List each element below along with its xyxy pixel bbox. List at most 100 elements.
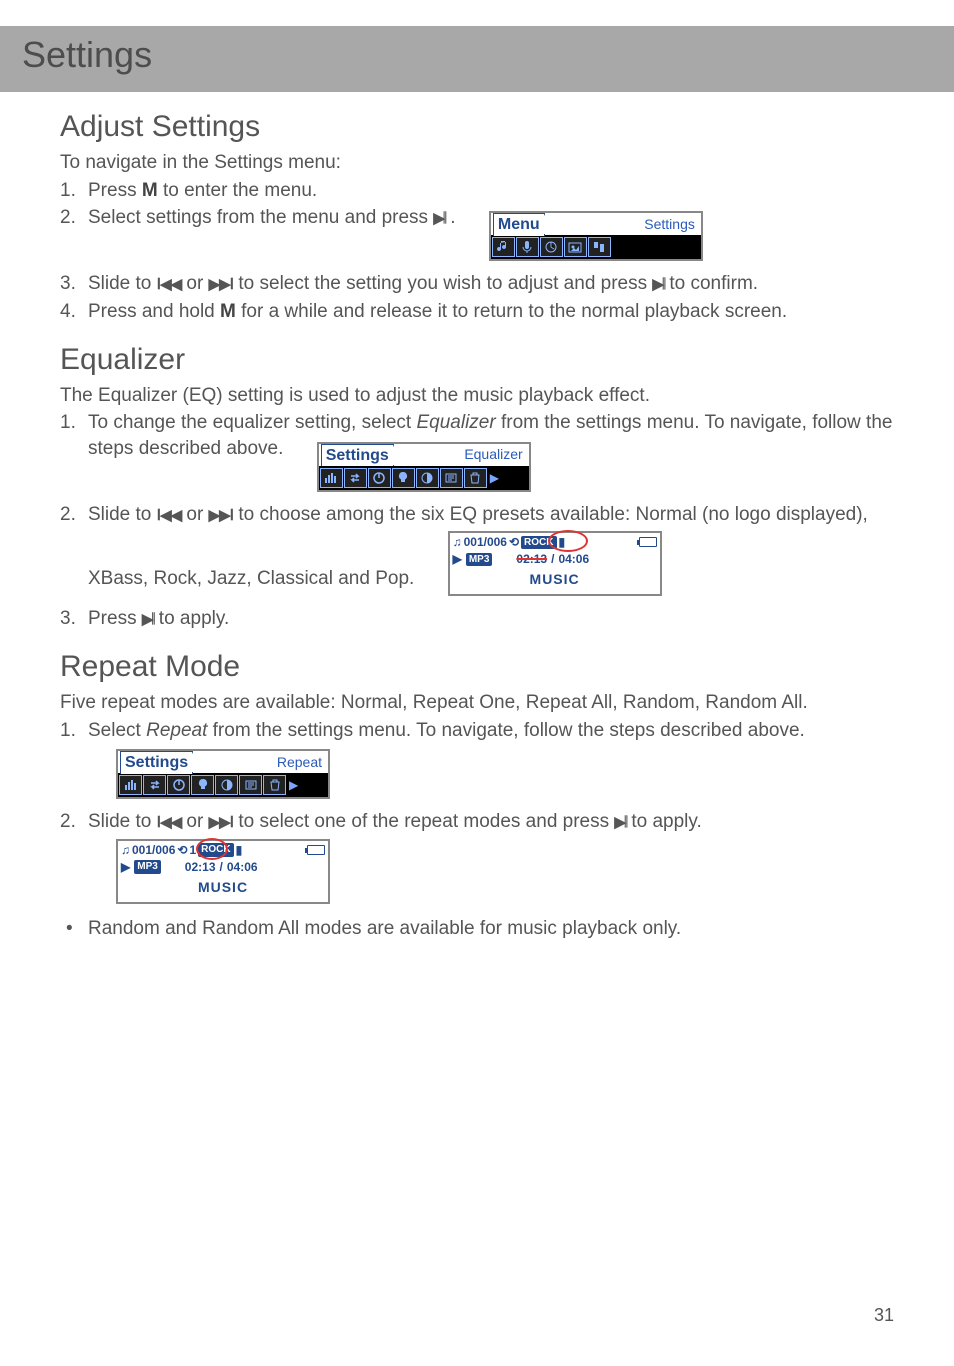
lcd-tab: Settings [120,751,193,774]
repeat-step-2: 2. Slide to ꓲ◀◀ or ▶▶ꓲ to select one of … [60,809,894,912]
scroll-arrow-icon: ▶ [488,470,499,486]
page-title: Settings [22,34,932,76]
lcd-icon-row: ▶ [118,773,328,797]
text: Select settings from the menu and press [88,207,433,228]
play-icon: ▶ [121,859,130,875]
delete-icon [464,468,487,488]
repeat-notes: Random and Random All modes are availabl… [60,916,894,942]
play-pause-icon: ▶𝄁 [433,210,445,227]
track-title: MUSIC [118,875,328,902]
repeat-icon [344,468,367,488]
adjust-step-2: 2. Select settings from the menu and pre… [60,205,894,269]
text: to enter the menu. [158,180,318,201]
eq-step-3: 3. Press ▶𝄁 to apply. [60,606,894,632]
total-time: 04:06 [227,859,258,875]
play-icon: ▶ [453,551,462,567]
lcd-label: Repeat [277,753,326,772]
track-title: MUSIC [450,567,660,594]
battery-icon [639,537,657,547]
text: to apply. [626,811,702,832]
text: or [181,273,208,294]
next-icon: ▶▶ꓲ [209,507,234,524]
title-bar: Settings [0,26,954,92]
adjust-intro: To navigate in the Settings menu: [60,150,894,176]
play-pause-icon: ▶𝄁 [614,814,626,831]
eq-icon [320,468,343,488]
lang-icon [239,775,262,795]
fm-icon [540,237,563,257]
lang-icon [440,468,463,488]
delete-icon [263,775,286,795]
light-icon [392,468,415,488]
eq-step-1: 1. To change the equalizer setting, sele… [60,410,894,500]
note-icon: ♫ [453,534,462,550]
text: Press and hold [88,301,220,322]
repeat-steps: 1. Select Repeat from the settings menu.… [60,718,894,912]
play-pause-icon: ▶𝄁 [652,276,664,293]
track-count: 001/006 [464,534,507,550]
elapsed-time: 02:13 [516,551,547,567]
contrast-icon [416,468,439,488]
repeat-step-1: 1. Select Repeat from the settings menu.… [60,718,894,808]
total-time: 04:06 [558,551,589,567]
repeat-intro: Five repeat modes are available: Normal,… [60,690,894,716]
text: . [445,207,456,228]
text: from the settings menu. To navigate, fol… [207,720,804,741]
mp3-badge: MP3 [134,860,161,874]
text: Slide to [88,811,157,832]
heading-repeat-mode: Repeat Mode [60,650,894,684]
eq-badge: ROCK [198,843,233,857]
lcd-label: Equalizer [464,445,526,464]
adjust-step-1: 1. Press M to enter the menu. [60,178,894,204]
lcd-tab: Settings [321,444,394,467]
repeat-term: Repeat [146,720,207,741]
text: to apply. [154,608,230,629]
next-icon: ▶▶ꓲ [209,814,234,831]
text: Slide to [88,504,157,525]
eq-steps: 1. To change the equalizer setting, sele… [60,410,894,632]
text: to confirm. [664,273,758,294]
eq-badge: ROCK [521,536,556,550]
repeat-icon [143,775,166,795]
adjust-step-3: 3. Slide to ꓲ◀◀ or ▶▶ꓲ to select the set… [60,271,894,297]
music-icon [492,237,515,257]
text: To change the equalizer setting, select [88,412,416,433]
photo-icon [564,237,587,257]
lcd-icon-row [491,235,701,259]
text: Press [88,180,142,201]
lcd-playback-eq: ♫ 001/006 ⟲ ROCK ▮ ▶ MP3 02:13 / [448,531,662,596]
page-number: 31 [874,1305,894,1326]
text: Press [88,608,142,629]
lcd-playback-repeat: ♫ 001/006 ⟲1 ROCK ▮ ▶ MP3 02:13 [116,839,330,904]
text: for a while and release it to return to … [236,301,787,322]
scroll-arrow-icon: ▶ [287,777,298,793]
text: to select one of the repeat modes and pr… [233,811,614,832]
lcd-label: Settings [644,215,699,234]
lcd-settings-repeat: Settings Repeat ▶ [116,749,330,799]
page-content: Adjust Settings To navigate in the Setti… [0,92,954,941]
text: to select the setting you wish to adjust… [233,273,652,294]
repeat-one: 1 [189,842,196,858]
play-pause-icon: ▶𝄁 [142,611,154,628]
lcd-menu-settings: Menu Settings [489,211,703,261]
elapsed-time: 02:13 [185,859,216,875]
text: or [181,504,208,525]
power-icon [167,775,190,795]
lcd-tab: Menu [493,213,545,236]
next-icon: ▶▶ꓲ [209,276,234,293]
track-count: 001/006 [132,842,175,858]
heading-equalizer: Equalizer [60,343,894,377]
contrast-icon [215,775,238,795]
eq-icon [119,775,142,795]
eq-step-2: 2. Slide to ꓲ◀◀ or ▶▶ꓲ to choose among t… [60,502,894,605]
prev-icon: ꓲ◀◀ [157,814,182,831]
voice-icon [516,237,539,257]
m-key: M [142,180,158,201]
prev-icon: ꓲ◀◀ [157,507,182,524]
manual-page: Settings Adjust Settings To navigate in … [0,26,954,1366]
power-icon [368,468,391,488]
adjust-steps: 1. Press M to enter the menu. 2. Select … [60,178,894,325]
light-icon [191,775,214,795]
note-icon: ♫ [121,842,130,858]
prev-icon: ꓲ◀◀ [157,276,182,293]
